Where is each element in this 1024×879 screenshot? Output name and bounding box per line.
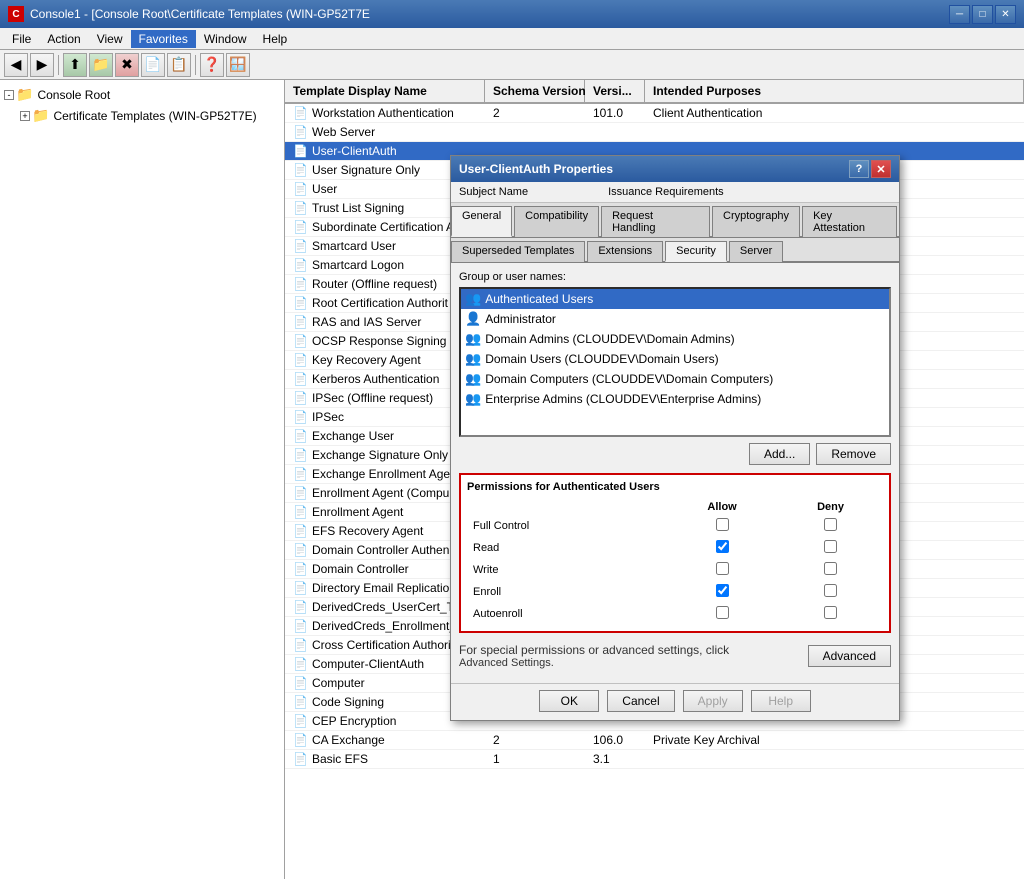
perm-col-allow: Allow [666,499,778,515]
perm-deny-cell [778,603,883,625]
perm-row: Autoenroll [467,603,883,625]
add-remove-row: Add... Remove [459,443,891,465]
perm-deny-checkbox[interactable] [824,518,837,531]
group-domain-users[interactable]: 👥 Domain Users (CLOUDDEV\Domain Users) [461,349,889,369]
group-name-domain-computers: Domain Computers (CLOUDDEV\Domain Comput… [485,372,773,386]
permissions-title: Permissions for Authenticated Users [467,481,883,493]
tab-row-2: Superseded Templates Extensions Security… [451,238,899,263]
cancel-button[interactable]: Cancel [607,690,674,712]
group-authenticated-users[interactable]: 👥 Authenticated Users [461,289,889,309]
group-icon-domain-users: 👥 [465,351,481,367]
group-label: Group or user names: [459,271,891,283]
group-name-domain-users: Domain Users (CLOUDDEV\Domain Users) [485,352,718,366]
group-icon-domain-admins: 👥 [465,331,481,347]
dialog-title-controls: ? ✕ [849,160,891,178]
dialog-title-bar: User-ClientAuth Properties ? ✕ [451,156,899,182]
perm-row: Enroll [467,581,883,603]
subject-issuance-bar: Subject Name Issuance Requirements [451,182,899,203]
perm-rows: Full ControlReadWriteEnrollAutoenroll [467,515,883,625]
tab-security[interactable]: Security [665,241,727,262]
perm-deny-checkbox[interactable] [824,584,837,597]
perm-deny-cell [778,559,883,581]
add-button[interactable]: Add... [749,443,810,465]
dialog-overlay: User-ClientAuth Properties ? ✕ Subject N… [0,0,1024,879]
group-icon-admin: 👤 [465,311,481,327]
tab-request-handling[interactable]: Request Handling [601,206,710,237]
group-domain-admins[interactable]: 👥 Domain Admins (CLOUDDEV\Domain Admins) [461,329,889,349]
dialog-content: Group or user names: 👥 Authenticated Use… [451,263,899,683]
perm-col-deny: Deny [778,499,883,515]
group-icon-domain-computers: 👥 [465,371,481,387]
perm-name: Write [467,559,666,581]
special-permissions-row: For special permissions or advanced sett… [459,641,891,671]
ok-button[interactable]: OK [539,690,599,712]
dialog-close-button[interactable]: ✕ [871,160,891,178]
tab-server[interactable]: Server [729,241,783,262]
perm-row: Full Control [467,515,883,537]
perm-deny-checkbox[interactable] [824,540,837,553]
special-note: For special permissions or advanced sett… [459,641,729,671]
subject-name-label: Subject Name [459,186,528,198]
perm-allow-cell [666,537,778,559]
perm-allow-checkbox[interactable] [716,606,729,619]
group-name-auth: Authenticated Users [485,292,593,306]
perm-row: Write [467,559,883,581]
group-list[interactable]: 👥 Authenticated Users 👤 Administrator 👥 … [459,287,891,437]
advanced-button[interactable]: Advanced [808,645,891,667]
perm-name: Autoenroll [467,603,666,625]
tab-cryptography[interactable]: Cryptography [712,206,800,237]
perm-allow-checkbox[interactable] [716,562,729,575]
apply-button[interactable]: Apply [683,690,743,712]
tab-key-attestation[interactable]: Key Attestation [802,206,897,237]
group-name-domain-admins: Domain Admins (CLOUDDEV\Domain Admins) [485,332,734,346]
perm-allow-checkbox[interactable] [716,518,729,531]
help-footer-button[interactable]: Help [751,690,811,712]
issuance-req-label: Issuance Requirements [608,186,724,198]
group-icon-auth: 👥 [465,291,481,307]
tab-extensions[interactable]: Extensions [587,241,663,262]
perm-deny-cell [778,515,883,537]
group-administrator[interactable]: 👤 Administrator [461,309,889,329]
tab-row-1: General Compatibility Request Handling C… [451,203,899,238]
properties-dialog: User-ClientAuth Properties ? ✕ Subject N… [450,155,900,721]
group-enterprise-admins[interactable]: 👥 Enterprise Admins (CLOUDDEV\Enterprise… [461,389,889,409]
group-name-enterprise-admins: Enterprise Admins (CLOUDDEV\Enterprise A… [485,392,761,406]
tab-superseded[interactable]: Superseded Templates [451,241,585,262]
perm-deny-cell [778,537,883,559]
dialog-help-button[interactable]: ? [849,160,869,178]
perm-name: Enroll [467,581,666,603]
group-icon-enterprise-admins: 👥 [465,391,481,407]
perm-deny-cell [778,581,883,603]
perm-allow-checkbox[interactable] [716,584,729,597]
group-name-admin: Administrator [485,312,556,326]
group-domain-computers[interactable]: 👥 Domain Computers (CLOUDDEV\Domain Comp… [461,369,889,389]
perm-allow-cell [666,603,778,625]
perm-row: Read [467,537,883,559]
perm-name: Read [467,537,666,559]
permissions-table: Allow Deny Full ControlReadWriteEnrollAu… [467,499,883,625]
perm-allow-checkbox[interactable] [716,540,729,553]
dialog-footer: OK Cancel Apply Help [451,683,899,720]
perm-allow-cell [666,581,778,603]
tab-compatibility[interactable]: Compatibility [514,206,599,237]
dialog-title-text: User-ClientAuth Properties [459,162,613,176]
perm-allow-cell [666,559,778,581]
perm-deny-checkbox[interactable] [824,606,837,619]
perm-col-name [467,499,666,515]
perm-deny-checkbox[interactable] [824,562,837,575]
permissions-box: Permissions for Authenticated Users Allo… [459,473,891,633]
tab-general[interactable]: General [451,206,512,237]
perm-name: Full Control [467,515,666,537]
perm-allow-cell [666,515,778,537]
remove-button[interactable]: Remove [816,443,891,465]
